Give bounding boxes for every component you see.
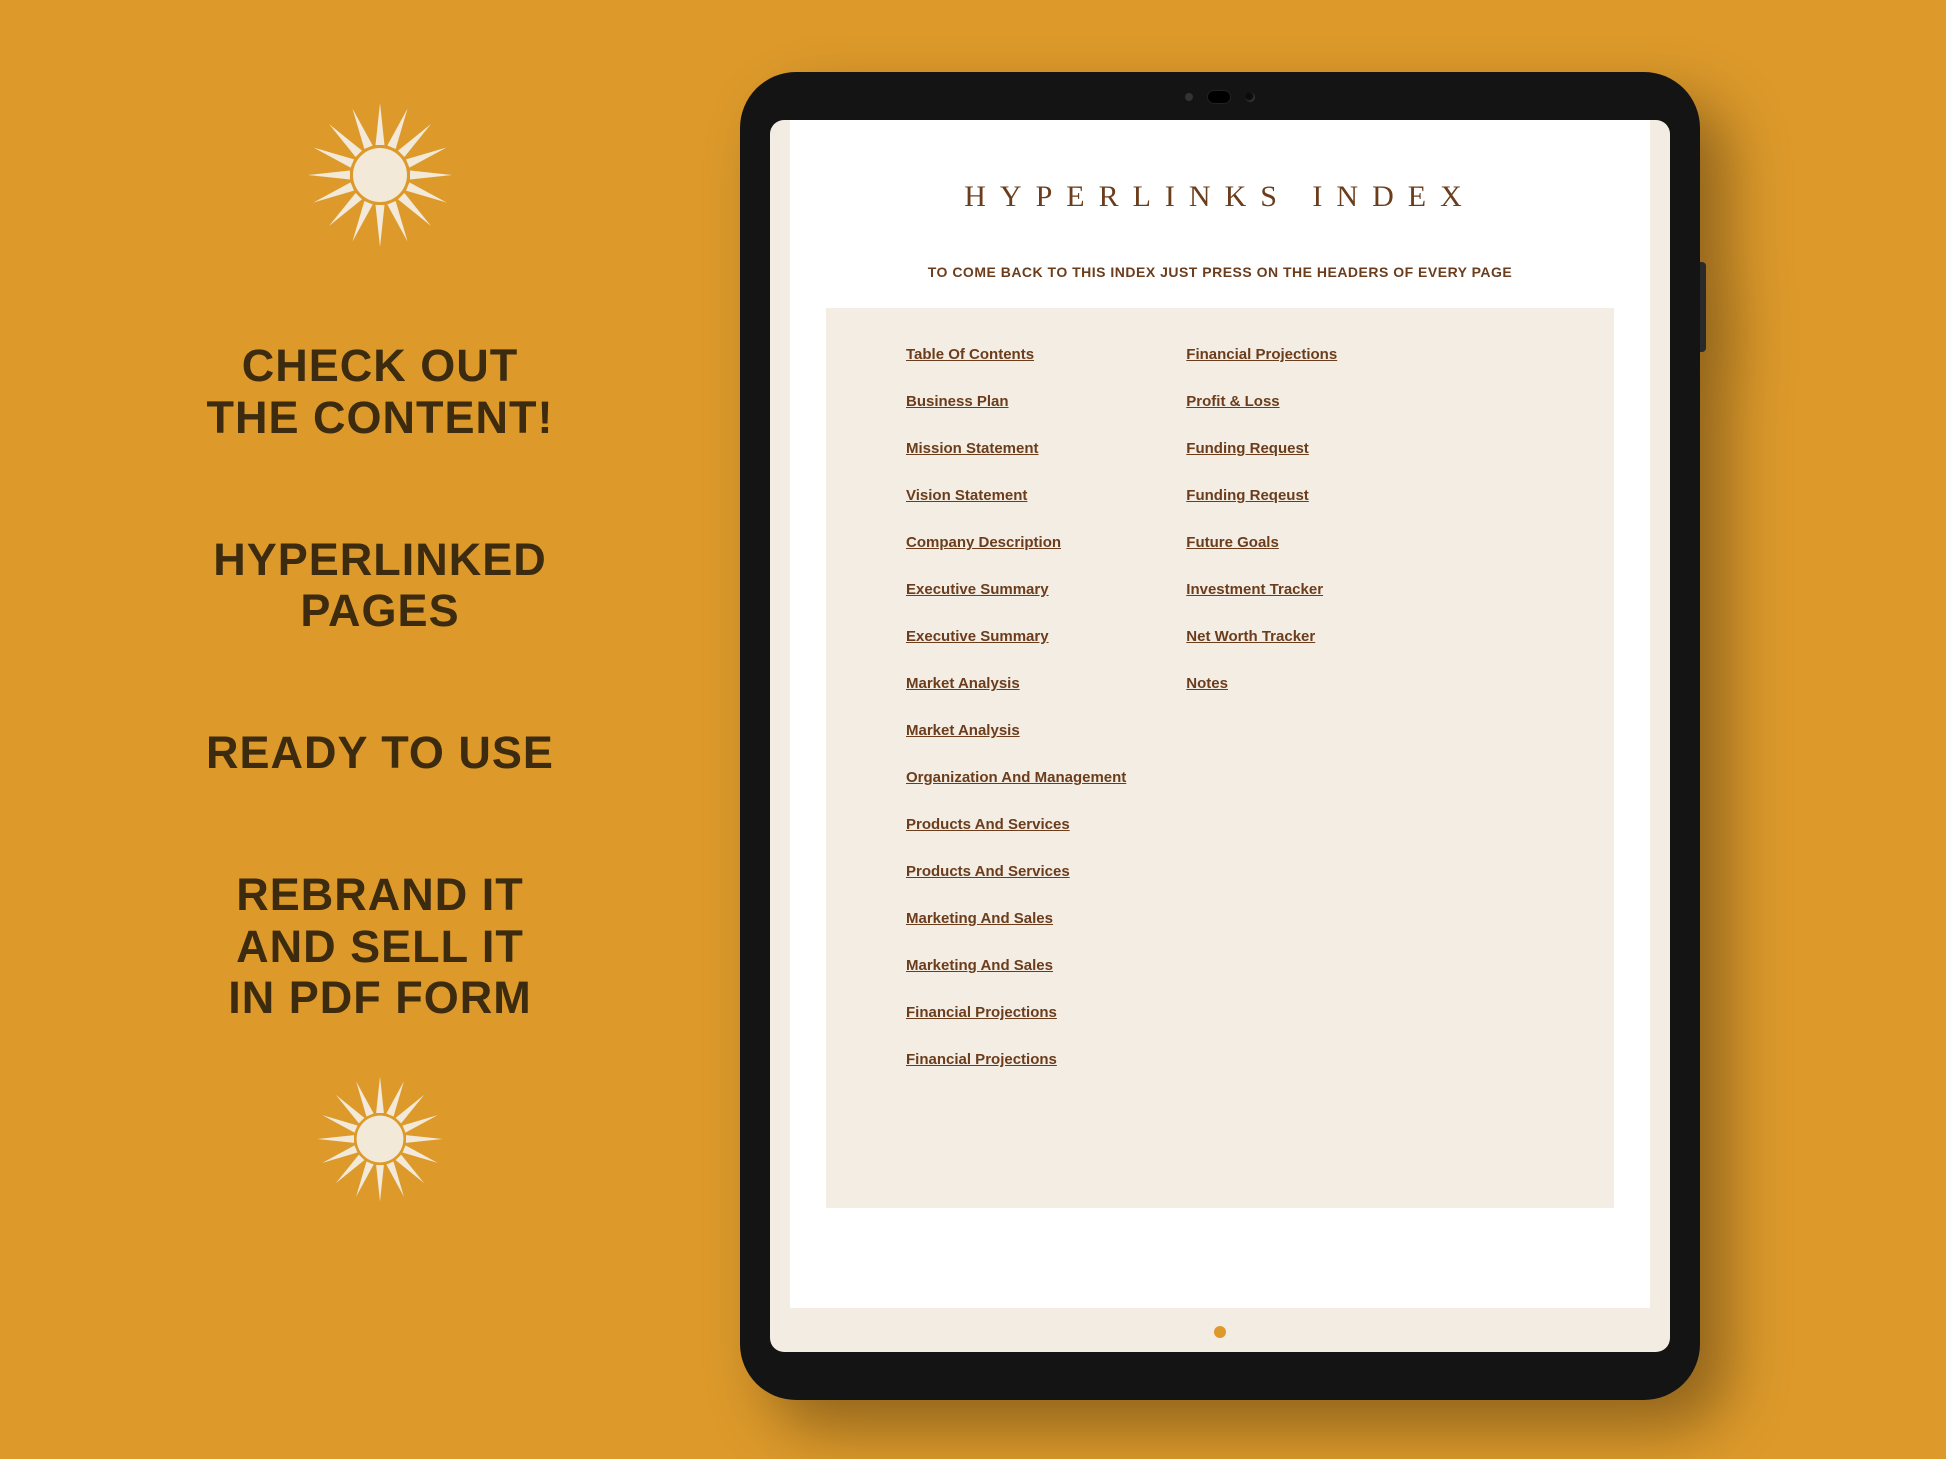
tablet-screen: HYPERLINKS INDEX TO COME BACK TO THIS IN… — [770, 120, 1670, 1352]
index-page: HYPERLINKS INDEX TO COME BACK TO THIS IN… — [790, 120, 1650, 1308]
index-link[interactable]: Mission Statement — [906, 440, 1126, 457]
promo-line: READY TO USE — [206, 727, 554, 779]
index-link[interactable]: Marketing And Sales — [906, 957, 1126, 974]
promo-line: REBRAND IT — [228, 869, 531, 921]
promo-line: HYPERLINKED — [213, 534, 547, 586]
tablet-camera — [1185, 90, 1255, 104]
tablet-power-button — [1700, 262, 1706, 352]
promo-text-1: CHECK OUT THE CONTENT! — [207, 340, 554, 444]
promo-column: CHECK OUT THE CONTENT! HYPERLINKED PAGES… — [100, 100, 660, 1360]
index-link[interactable]: Net Worth Tracker — [1186, 628, 1337, 645]
tablet-body: HYPERLINKS INDEX TO COME BACK TO THIS IN… — [740, 72, 1700, 1400]
index-link[interactable]: Funding Reqeust — [1186, 487, 1337, 504]
index-link[interactable]: Vision Statement — [906, 487, 1126, 504]
index-link[interactable]: Market Analysis — [906, 675, 1126, 692]
links-panel: Table Of Contents Business Plan Mission St… — [826, 308, 1614, 1208]
promo-text-3: READY TO USE — [206, 727, 554, 779]
promo-line: THE CONTENT! — [207, 392, 554, 444]
sunburst-icon — [305, 100, 455, 250]
index-link[interactable]: Notes — [1186, 675, 1337, 692]
promo-line: IN PDF FORM — [228, 972, 531, 1024]
index-link[interactable]: Table Of Contents — [906, 346, 1126, 363]
promo-text-4: REBRAND IT AND SELL IT IN PDF FORM — [228, 869, 531, 1024]
index-link[interactable]: Investment Tracker — [1186, 581, 1337, 598]
links-column-a: Table Of Contents Business Plan Mission St… — [906, 346, 1126, 1170]
sunburst-icon — [315, 1074, 445, 1204]
index-link[interactable]: Business Plan — [906, 393, 1126, 410]
index-link[interactable]: Products And Services — [906, 863, 1126, 880]
index-link[interactable]: Executive Summary — [906, 581, 1126, 598]
page-title: HYPERLINKS INDEX — [826, 180, 1614, 214]
index-link[interactable]: Funding Request — [1186, 440, 1337, 457]
index-link[interactable]: Financial Projections — [1186, 346, 1337, 363]
promo-line: PAGES — [213, 585, 547, 637]
index-link[interactable]: Products And Services — [906, 816, 1126, 833]
index-link[interactable]: Executive Summary — [906, 628, 1126, 645]
page-indicator-dot — [1214, 1326, 1226, 1338]
index-link[interactable]: Future Goals — [1186, 534, 1337, 551]
links-column-b: Financial Projections Profit & Loss Fundin… — [1186, 346, 1337, 1170]
index-link[interactable]: Market Analysis — [906, 722, 1126, 739]
index-link[interactable]: Financial Projections — [906, 1051, 1126, 1068]
promo-line: CHECK OUT — [207, 340, 554, 392]
promo-line: AND SELL IT — [228, 921, 531, 973]
index-link[interactable]: Marketing And Sales — [906, 910, 1126, 927]
index-link[interactable]: Financial Projections — [906, 1004, 1126, 1021]
promo-text-2: HYPERLINKED PAGES — [213, 534, 547, 638]
index-link[interactable]: Company Description — [906, 534, 1126, 551]
tablet-mockup: HYPERLINKS INDEX TO COME BACK TO THIS IN… — [740, 72, 1700, 1400]
page-subtitle: TO COME BACK TO THIS INDEX JUST PRESS ON… — [826, 264, 1614, 280]
index-link[interactable]: Organization And Management — [906, 769, 1126, 786]
index-link[interactable]: Profit & Loss — [1186, 393, 1337, 410]
